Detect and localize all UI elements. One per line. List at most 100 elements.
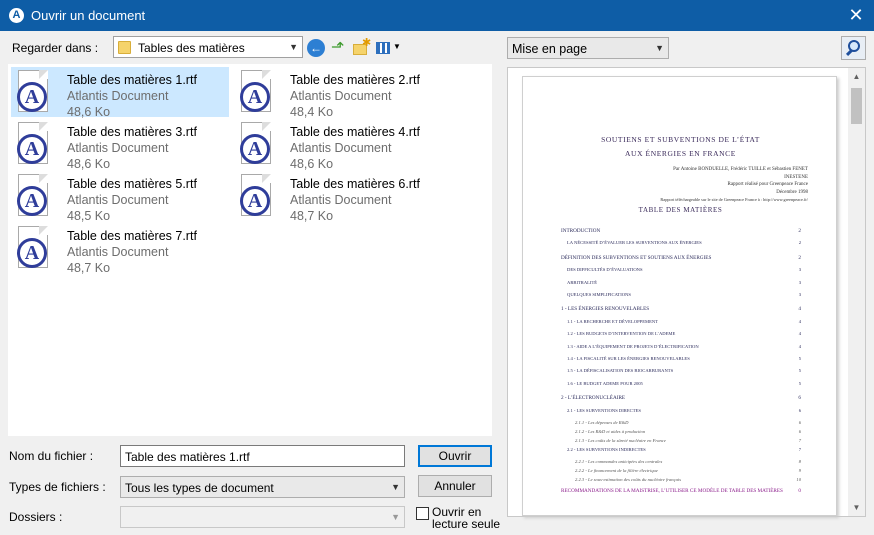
preview-toc-row: 2.2.1 - Les commandes anticipées des cen… [575, 459, 801, 465]
file-name: Table des matières 1.rtf [67, 73, 197, 87]
file-size: 48,5 Ko [67, 209, 111, 223]
file-size: 48,4 Ko [290, 105, 334, 119]
atlantis-document-icon: A [238, 122, 274, 166]
folders-label: Dossiers : [9, 510, 63, 524]
read-only-checkbox[interactable] [416, 507, 429, 520]
preview-toc-row: 2 - L’ÉLECTRONUCLÉAIRE 6 [561, 395, 801, 402]
read-only-label[interactable]: Ouvrir en lecture seule [432, 506, 502, 530]
new-folder-icon[interactable]: ✱ [353, 37, 371, 57]
view-menu-icon[interactable]: ▼ [376, 39, 402, 57]
look-in-dropdown[interactable]: Tables des matières ▼ [113, 36, 303, 58]
file-item[interactable]: A Table des matières 7.rtf Atlantis Docume… [11, 223, 229, 275]
file-type: Atlantis Document [290, 89, 392, 103]
close-button[interactable]: ✕ [838, 0, 874, 31]
window-title: Ouvrir un document [31, 8, 146, 23]
up-folder-icon[interactable]: ⬏ [331, 39, 349, 57]
preview-toc-row: INTRODUCTION 2 [561, 228, 801, 234]
open-button[interactable]: Ouvrir [418, 445, 492, 467]
file-type: Atlantis Document [290, 193, 392, 207]
preview-meta-line: Rapport téléchargeable sur le site de Gr… [660, 197, 808, 202]
preview-toc-row: ARBITRALITÉ 3 [567, 279, 801, 285]
preview-page: SOUTIENS ET SUBVENTIONS DE L’ÉTAT AUX ÉN… [522, 76, 837, 516]
preview-toc-row: 2.2.2 - Le financement de la filière éle… [575, 468, 801, 474]
file-name: Table des matières 4.rtf [290, 125, 420, 139]
chevron-down-icon: ▼ [655, 43, 664, 53]
folders-dropdown[interactable]: ▼ [120, 506, 405, 528]
preview-meta-line: Décembre 1998 [776, 189, 808, 195]
atlantis-document-icon: A [15, 122, 51, 166]
file-types-dropdown[interactable]: Tous les types de document ▼ [120, 476, 405, 498]
file-type: Atlantis Document [67, 89, 169, 103]
scroll-up-icon[interactable]: ▲ [848, 68, 865, 85]
preview-toc-row: 1 - LES ÉNERGIES RENOUVELABLES 4 [561, 306, 801, 313]
back-icon[interactable]: ← [307, 39, 325, 57]
preview-toc-row: RECOMMANDATIONS DE LA MAISTRISE, L’UTILI… [561, 488, 801, 495]
document-preview[interactable]: SOUTIENS ET SUBVENTIONS DE L’ÉTAT AUX ÉN… [507, 67, 866, 517]
file-type: Atlantis Document [290, 141, 392, 155]
preview-toc-row: 1.1 - LA RECHERCHE ET DÉVELOPPEMENT 4 [567, 318, 801, 324]
atlantis-document-icon: A [238, 70, 274, 114]
title-bar: A Ouvrir un document ✕ [0, 0, 874, 31]
preview-toc-row: 2.1.3 - Les coûts de la sûreté nucléaire… [575, 438, 801, 443]
preview-mode-value: Mise en page [512, 42, 588, 56]
scroll-down-icon[interactable]: ▼ [848, 499, 865, 516]
preview-toc-row: 1.6 - LE BUDGET ADEME POUR 2005 5 [567, 380, 801, 386]
chevron-down-icon: ▼ [391, 482, 400, 492]
preview-toc-row: DES DIFFICULTÉS D’ÉVALUATIONS 3 [567, 267, 801, 273]
file-item[interactable]: A Table des matières 1.rtf Atlantis Docume… [11, 67, 229, 119]
file-size: 48,6 Ko [290, 157, 334, 171]
preview-mode-dropdown[interactable]: Mise en page ▼ [507, 37, 669, 59]
file-name: Table des matières 3.rtf [67, 125, 197, 139]
atlantis-document-icon: A [15, 70, 51, 114]
file-type: Atlantis Document [67, 141, 169, 155]
file-size: 48,7 Ko [290, 209, 334, 223]
file-name: Table des matières 6.rtf [290, 177, 420, 191]
file-types-value: Tous les types de document [125, 481, 274, 495]
atlantis-document-icon: A [238, 174, 274, 218]
file-name-value: Table des matières 1.rtf [125, 450, 250, 464]
atlantis-document-icon: A [15, 226, 51, 270]
preview-toc-row: LA NÉCESSITÉ D’ÉVALUER LES SUBVENTIONS A… [567, 240, 801, 246]
preview-title-line2: AUX ÉNERGIES EN FRANCE [625, 149, 736, 158]
preview-toc-row: 2.1.1 - Les dépenses de R&D 6 [575, 420, 801, 425]
file-size: 48,6 Ko [67, 105, 111, 119]
file-name: Table des matières 2.rtf [290, 73, 420, 87]
look-in-value: Tables des matières [138, 41, 245, 55]
file-item[interactable]: A Table des matières 3.rtf Atlantis Docume… [11, 119, 229, 171]
preview-toc-row: 1.5 - LA DÉFISCALISATION DES BIOCARBURAN… [567, 368, 801, 374]
file-size: 48,7 Ko [67, 261, 111, 275]
file-name-label: Nom du fichier : [9, 449, 94, 463]
file-name: Table des matières 5.rtf [67, 177, 197, 191]
preview-toc-row: 1.2 - LES BUDGETS D’INTERVENTION DE L’AD… [567, 331, 801, 337]
preview-meta-line: INESTENE [784, 174, 808, 180]
file-item[interactable]: A Table des matières 2.rtf Atlantis Docume… [234, 67, 452, 119]
preview-scrollbar[interactable]: ▲ ▼ [848, 68, 865, 516]
file-list[interactable]: A Table des matières 1.rtf Atlantis Docume… [8, 64, 492, 436]
preview-meta-line: Par Antoine BONDUELLE, Frédéric TUILLE e… [673, 167, 808, 172]
file-name-field[interactable]: Table des matières 1.rtf [120, 445, 405, 467]
preview-toc-heading: TABLE DES MATIÈRES [638, 206, 723, 214]
folder-icon [118, 41, 131, 54]
scroll-thumb[interactable] [851, 88, 862, 124]
look-in-label: Regarder dans : [12, 41, 99, 55]
chevron-down-icon: ▼ [289, 42, 298, 52]
file-name: Table des matières 7.rtf [67, 229, 197, 243]
preview-toc-row: 2.2.3 - Le sous-estimation des coûts du … [575, 477, 801, 483]
file-item[interactable]: A Table des matières 4.rtf Atlantis Docume… [234, 119, 452, 171]
file-type: Atlantis Document [67, 193, 169, 207]
file-item[interactable]: A Table des matières 6.rtf Atlantis Docume… [234, 171, 452, 223]
file-types-label: Types de fichiers : [9, 480, 106, 494]
preview-meta-line: Rapport réalisé pour Greenpeace France [727, 182, 808, 187]
file-size: 48,6 Ko [67, 157, 111, 171]
preview-toc-row: 2.1 - LES SUBVENTIONS DIRECTES 6 [567, 407, 801, 413]
file-item[interactable]: A Table des matières 5.rtf Atlantis Docume… [11, 171, 229, 223]
cancel-button[interactable]: Annuler [418, 475, 492, 497]
preview-toc-row: 1.3 - AIDE A L’ÉQUIPEMENT DE PROJETS D’É… [567, 343, 801, 349]
preview-toc-row: QUELQUES SIMPLIFICATIONS 3 [567, 292, 801, 297]
zoom-preview-button[interactable] [841, 36, 866, 60]
preview-toc-row: DÉFINITION DES SUBVENTIONS ET SOUTIENS A… [561, 254, 801, 261]
preview-toc-row: 1.4 - LA FISCALITÉ SUR LES ÉNERGIES RENO… [567, 356, 801, 361]
atlantis-app-icon: A [9, 8, 24, 23]
preview-toc-row: 2.2 - LES SUBVENTIONS INDIRECTES 7 [567, 447, 801, 452]
preview-title-line1: SOUTIENS ET SUBVENTIONS DE L’ÉTAT [601, 135, 760, 144]
